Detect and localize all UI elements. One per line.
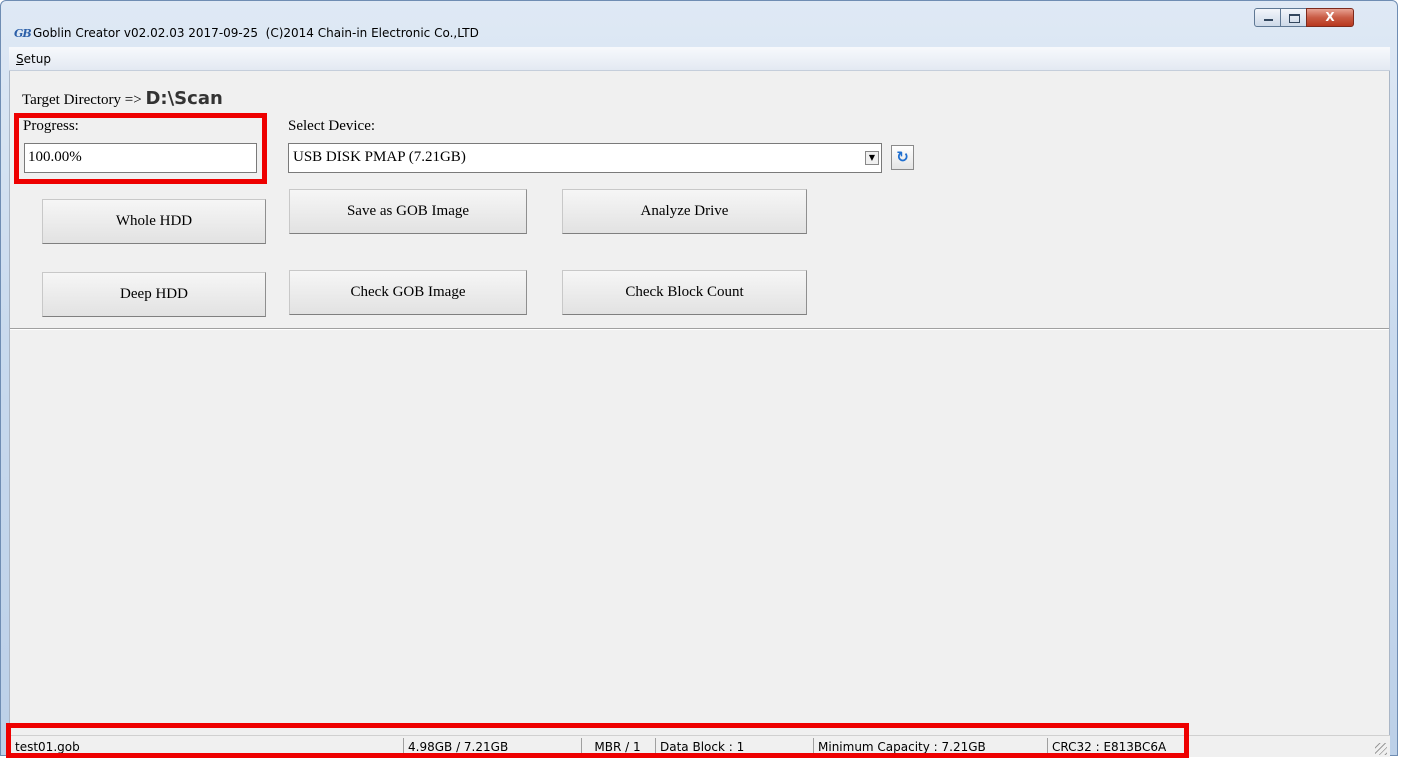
target-directory-path: D:\Scan	[145, 88, 223, 109]
menu-setup-rest: etup	[23, 52, 51, 66]
check-block-count-button[interactable]: Check Block Count	[562, 270, 807, 315]
device-select[interactable]: USB DISK PMAP (7.21GB) ▼	[288, 143, 882, 173]
progress-field[interactable]: 100.00%	[24, 143, 257, 173]
caption-buttons: X	[1254, 8, 1354, 28]
maximize-button[interactable]	[1280, 8, 1307, 27]
minimize-button[interactable]	[1254, 8, 1281, 27]
device-select-value: USB DISK PMAP (7.21GB)	[293, 149, 466, 165]
menu-bar: Setup	[9, 47, 1390, 71]
analyze-drive-button[interactable]: Analyze Drive	[562, 189, 807, 234]
status-size: 4.98GB / 7.21GB	[403, 738, 579, 757]
status-crc32: CRC32 : E813BC6A	[1047, 738, 1187, 757]
status-file: test01.gob	[15, 740, 80, 754]
target-directory: Target Directory => D:\Scan	[22, 88, 223, 109]
window-title: Goblin Creator v02.02.03 2017-09-25 (C)2…	[33, 26, 479, 40]
save-gob-image-button[interactable]: Save as GOB Image	[289, 189, 527, 234]
resize-grip[interactable]	[1375, 743, 1387, 755]
status-bar: test01.gob 4.98GB / 7.21GB MBR / 1 Data …	[9, 735, 1390, 757]
deep-hdd-button[interactable]: Deep HDD	[42, 272, 266, 317]
progress-label: Progress:	[23, 118, 79, 134]
whole-hdd-button[interactable]: Whole HDD	[42, 199, 266, 244]
target-directory-label: Target Directory =>	[22, 92, 146, 108]
check-gob-image-button[interactable]: Check GOB Image	[289, 270, 527, 315]
panel-divider	[10, 328, 1389, 330]
menu-setup[interactable]: Setup	[16, 52, 51, 66]
select-device-label: Select Device:	[288, 118, 376, 134]
status-mbr: MBR / 1	[581, 738, 653, 757]
app-logo-icon: GB	[14, 27, 32, 40]
chevron-down-icon[interactable]: ▼	[865, 151, 879, 165]
app-window: GB Goblin Creator v02.02.03 2017-09-25 (…	[0, 0, 1398, 757]
client-area: Target Directory => D:\Scan Progress: 10…	[9, 71, 1390, 735]
status-min-capacity: Minimum Capacity : 7.21GB	[813, 738, 1045, 757]
menu-setup-accelerator: S	[16, 52, 24, 66]
refresh-icon[interactable]: ↻	[891, 145, 914, 170]
status-data-block: Data Block : 1	[655, 738, 811, 757]
title-bar[interactable]: GB Goblin Creator v02.02.03 2017-09-25 (…	[1, 1, 1397, 45]
close-button[interactable]: X	[1306, 8, 1354, 27]
